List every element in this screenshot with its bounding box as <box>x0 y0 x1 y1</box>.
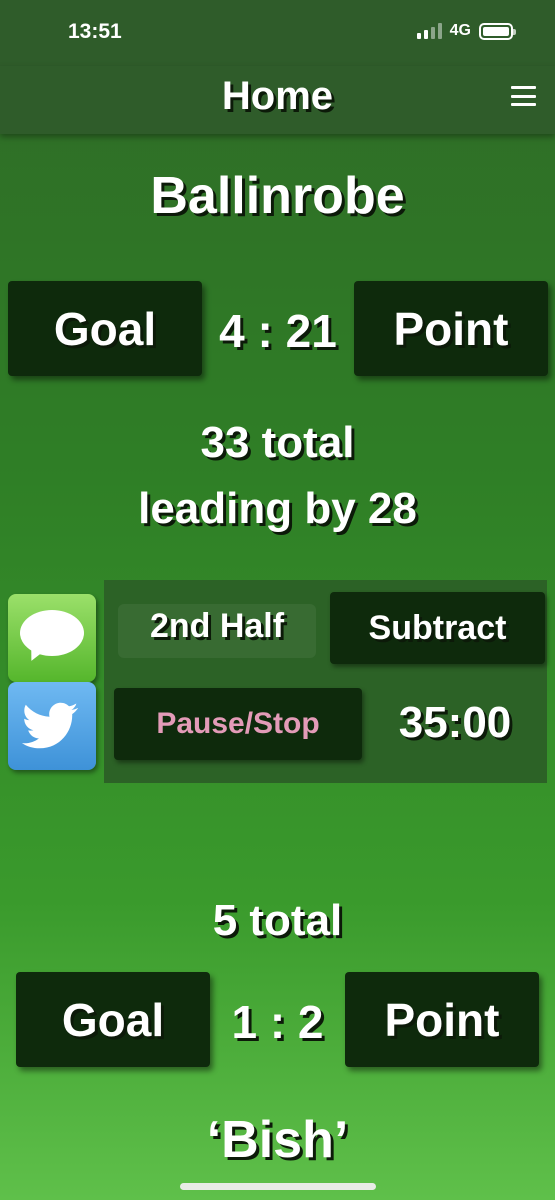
subtract-button[interactable]: Subtract <box>330 592 545 664</box>
messages-icon[interactable] <box>8 594 96 682</box>
home-point-button[interactable]: Point <box>354 281 548 376</box>
status-indicators: 4G <box>416 22 516 40</box>
away-team-name: ‘Bish’ <box>206 1111 349 1169</box>
home-indicator[interactable] <box>180 1183 376 1190</box>
twitter-bird-icon <box>21 702 79 749</box>
away-score: 1 : 2 <box>231 996 324 1048</box>
hamburger-menu-icon[interactable] <box>511 86 536 106</box>
home-total: 33 total <box>200 418 355 467</box>
twitter-icon[interactable] <box>8 682 96 770</box>
home-score: 4 : 21 <box>219 305 337 357</box>
home-goal-button[interactable]: Goal <box>8 281 202 376</box>
match-clock: 35:00 <box>398 698 512 747</box>
home-team-name: Ballinrobe <box>150 167 405 225</box>
pause-stop-button[interactable]: Pause/Stop <box>114 688 362 760</box>
half-indicator[interactable]: 2nd Half <box>118 604 316 658</box>
away-goal-button[interactable]: Goal <box>16 972 210 1067</box>
status-time: 13:51 <box>68 20 122 43</box>
page-title: Home <box>221 74 334 118</box>
away-point-button[interactable]: Point <box>345 972 539 1067</box>
signal-icon <box>416 23 442 39</box>
battery-icon <box>479 22 516 40</box>
status-bar: 13:51 4G <box>0 0 555 66</box>
nav-bar: Home <box>0 66 555 134</box>
away-total: 5 total <box>212 896 343 945</box>
network-type: 4G <box>449 22 471 39</box>
leading-by: leading by 28 <box>138 484 417 533</box>
